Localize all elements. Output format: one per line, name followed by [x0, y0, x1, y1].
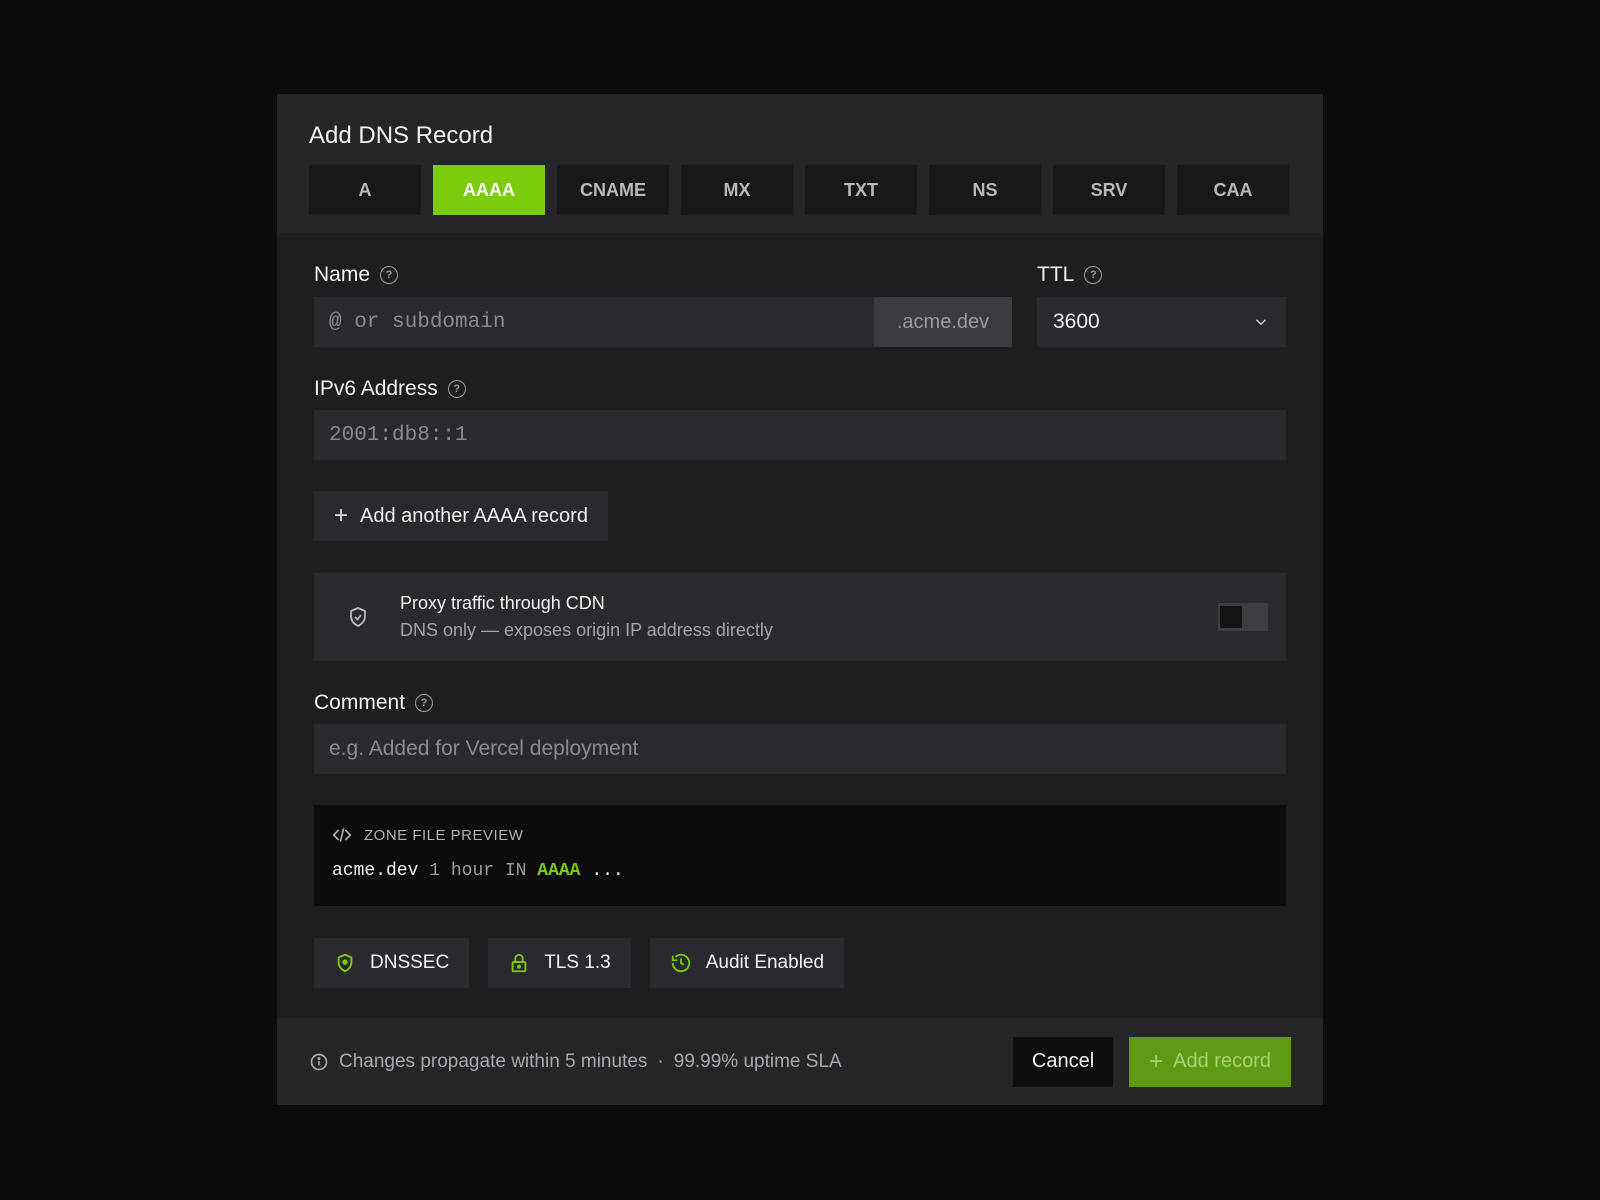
separator: · — [657, 1050, 664, 1072]
add-another-label: Add another AAAA record — [360, 504, 588, 527]
comment-label: Comment — [314, 691, 406, 714]
plus-icon: + — [1149, 1047, 1164, 1075]
domain-suffix: .acme.dev — [874, 297, 1012, 347]
ipv6-label: IPv6 Address — [314, 377, 438, 400]
ttl-value: 3600 — [1053, 310, 1100, 333]
preview-type: AAAA — [537, 861, 581, 881]
help-icon[interactable]: ? — [447, 380, 466, 398]
plus-icon: + — [334, 502, 349, 529]
cancel-button[interactable]: Cancel — [1012, 1036, 1114, 1087]
proxy-toggle[interactable] — [1218, 603, 1268, 631]
proxy-title: Proxy traffic through CDN — [400, 593, 605, 613]
propagation-text: Changes propagate within 5 minutes — [339, 1050, 648, 1072]
audit-badge: Audit Enabled — [649, 938, 845, 988]
add-record-label: Add record — [1173, 1050, 1271, 1072]
ipv6-field-group: IPv6 Address ? 2001:db8::1 — [314, 377, 1286, 460]
shield-check-icon — [337, 953, 353, 973]
preview-heading: ZONE FILE PREVIEW — [364, 826, 524, 844]
proxy-subtitle: DNS only — exposes origin IP address dir… — [400, 620, 773, 640]
tab-txt[interactable]: TXT — [805, 165, 917, 215]
preview-rest: ... — [591, 861, 624, 881]
help-icon[interactable]: ? — [380, 266, 399, 284]
ttl-select[interactable]: 3600 — [1037, 297, 1286, 347]
tab-cname[interactable]: CNAME — [557, 165, 669, 215]
preview-host: acme.dev — [332, 861, 419, 881]
toggle-knob — [1220, 606, 1242, 628]
chevron-down-icon — [1255, 319, 1267, 326]
badge-label: TLS 1.3 — [544, 952, 611, 973]
tls-badge: TLS 1.3 — [488, 938, 631, 988]
comment-input[interactable]: e.g. Added for Vercel deployment — [314, 724, 1286, 774]
add-another-record-button[interactable]: + Add another AAAA record — [314, 491, 608, 541]
name-field-group: Name ? @ or subdomain .acme.dev — [314, 263, 1012, 347]
ttl-label: TTL — [1037, 263, 1075, 286]
preview-ttl: 1 hour — [429, 861, 495, 881]
dialog-footer: Changes propagate within 5 minutes · 99.… — [277, 1018, 1323, 1105]
badge-label: DNSSEC — [370, 952, 450, 973]
badge-label: Audit Enabled — [705, 952, 825, 973]
dialog-title: Add DNS Record — [309, 122, 494, 149]
zone-file-preview: ZONE FILE PREVIEW acme.dev 1 hour IN AAA… — [314, 805, 1286, 906]
sla-text: 99.99% uptime SLA — [673, 1050, 842, 1072]
lock-icon — [511, 953, 527, 973]
dnssec-badge: DNSSEC — [314, 938, 470, 988]
tab-caa[interactable]: CAA — [1177, 165, 1289, 215]
add-dns-record-dialog: Add DNS Record A AAAA CNAME MX TXT NS SR… — [277, 94, 1323, 1105]
tab-srv[interactable]: SRV — [1053, 165, 1165, 215]
dialog-header: Add DNS Record A AAAA CNAME MX TXT NS SR… — [277, 94, 1323, 233]
footer-info: Changes propagate within 5 minutes · 99.… — [309, 1051, 1013, 1073]
ttl-field-group: TTL ? 3600 — [1037, 263, 1286, 347]
info-icon — [310, 1053, 328, 1070]
dialog-body: Name ? @ or subdomain .acme.dev TTL ? 36… — [277, 263, 1323, 988]
record-type-tabs: A AAAA CNAME MX TXT NS SRV CAA — [309, 165, 1291, 215]
name-label: Name — [314, 263, 371, 286]
security-badges: DNSSEC TLS 1.3 Audit Enabled — [314, 938, 1286, 988]
help-icon[interactable]: ? — [415, 694, 434, 712]
shield-icon — [350, 607, 366, 627]
code-icon — [332, 828, 352, 842]
name-input[interactable]: @ or subdomain — [314, 297, 874, 347]
preview-record-line: acme.dev 1 hour IN AAAA ... — [332, 861, 1268, 881]
history-icon — [671, 953, 690, 973]
ipv6-input[interactable]: 2001:db8::1 — [314, 410, 1286, 460]
tab-ns[interactable]: NS — [929, 165, 1041, 215]
proxy-setting: Proxy traffic through CDN DNS only — exp… — [314, 573, 1286, 661]
tab-aaaa[interactable]: AAAA — [433, 165, 545, 215]
add-record-button[interactable]: + Add record — [1129, 1036, 1291, 1087]
tab-mx[interactable]: MX — [681, 165, 793, 215]
help-icon[interactable]: ? — [1084, 266, 1103, 284]
comment-field-group: Comment ? e.g. Added for Vercel deployme… — [314, 691, 1286, 774]
tab-a[interactable]: A — [309, 165, 421, 215]
name-field: @ or subdomain .acme.dev — [314, 297, 1012, 347]
preview-class: IN — [504, 861, 527, 881]
